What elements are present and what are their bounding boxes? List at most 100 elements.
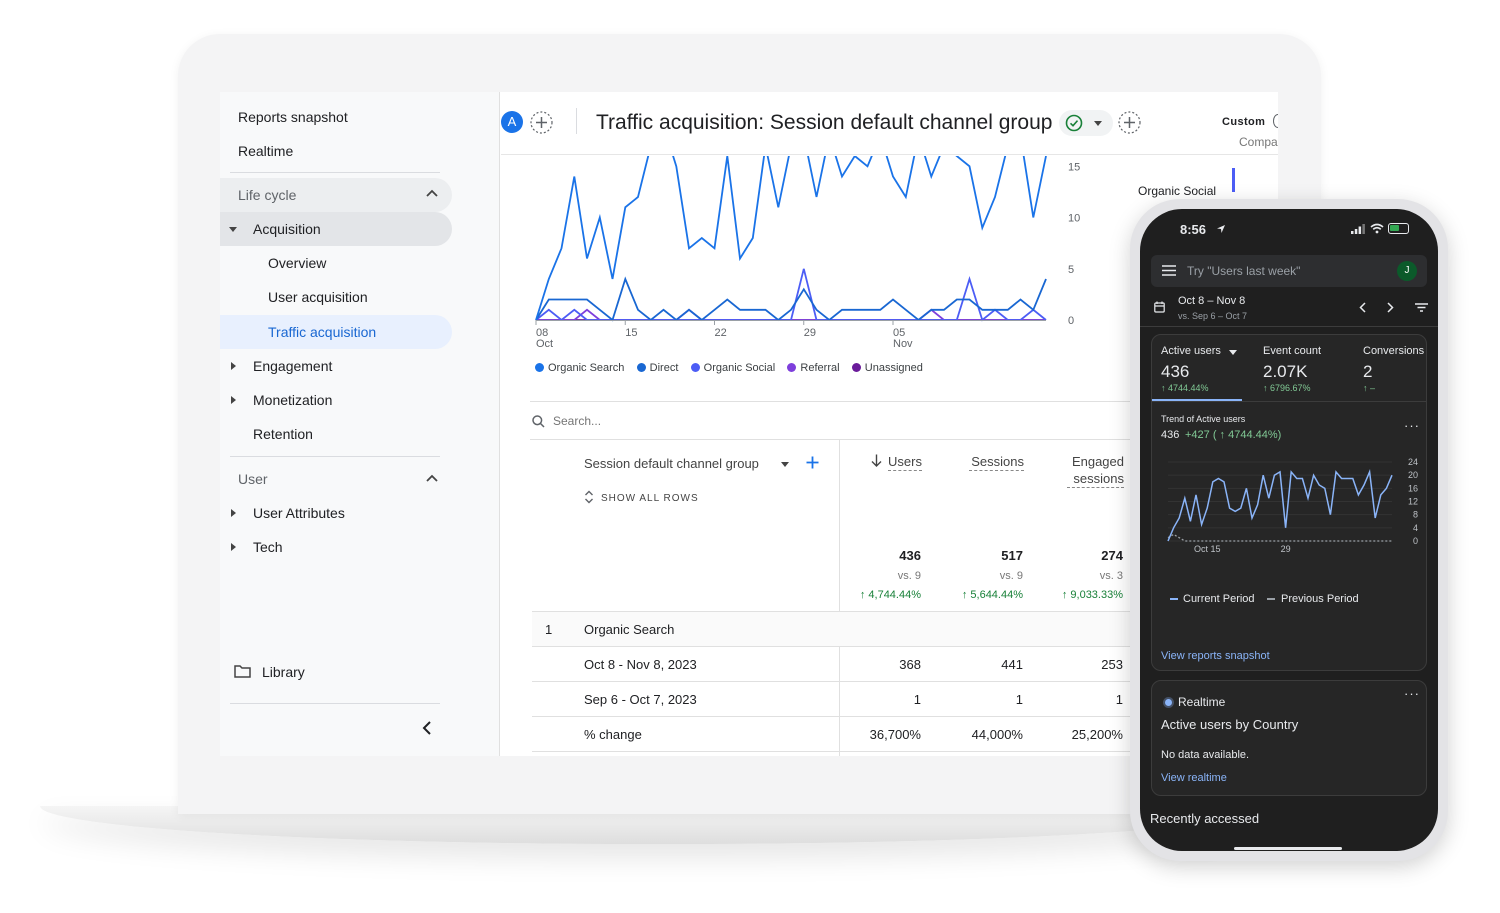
- metric-label-active-users[interactable]: Active users: [1161, 345, 1221, 357]
- legend-label: Direct: [649, 362, 679, 374]
- sidebar-item-realtime[interactable]: Realtime: [238, 143, 293, 159]
- sidebar-item-reports-snapshot[interactable]: Reports snapshot: [238, 109, 348, 125]
- series-line-previous-period[interactable]: [1167, 533, 1392, 542]
- x-tick-label: 29: [1281, 544, 1291, 554]
- legend-dot: [851, 363, 861, 372]
- y-tick-label: 0: [1413, 536, 1418, 546]
- realtime-subtitle: Active users by Country: [1161, 717, 1299, 732]
- legend-item-direct[interactable]: Direct: [636, 362, 679, 374]
- metric-label-conversions[interactable]: Conversions: [1363, 345, 1424, 357]
- user-section-title[interactable]: User: [238, 471, 268, 487]
- series-line-current-period[interactable]: [1167, 469, 1393, 542]
- legend-swatch-previous: [1267, 598, 1275, 600]
- legend-item-organic-search[interactable]: Organic Search: [535, 362, 624, 374]
- chart-legend: Organic Search Direct Organic Social Ref…: [535, 362, 923, 374]
- column-header-sessions[interactable]: Sessions: [969, 453, 1024, 471]
- collapse-sidebar-icon[interactable]: [422, 720, 432, 736]
- sidebar-nav: Reports snapshot Realtime Life cycle Acq…: [220, 92, 500, 756]
- series-line-organic-search[interactable]: [535, 156, 1047, 321]
- chevron-left-icon[interactable]: [1359, 302, 1366, 313]
- legend-item-referral[interactable]: Referral: [787, 362, 840, 374]
- row-channel-name[interactable]: Organic Search: [584, 622, 674, 637]
- table-search-input[interactable]: [553, 411, 853, 431]
- home-indicator: [1234, 847, 1342, 850]
- profile-avatar[interactable]: J: [1397, 261, 1417, 281]
- folder-icon[interactable]: [234, 664, 251, 678]
- add-dimension-icon[interactable]: [806, 456, 819, 469]
- caret-right-icon: [231, 396, 236, 404]
- date-picker-icon[interactable]: [1273, 114, 1278, 128]
- caret-down-icon[interactable]: [781, 462, 789, 467]
- y-tick-label: 0: [1068, 315, 1074, 327]
- phone-device: 8:56 Try "Users last week" J Oct 8 – Nov…: [1130, 199, 1448, 861]
- chevron-up-icon[interactable]: [426, 474, 438, 482]
- view-reports-snapshot-link[interactable]: View reports snapshot: [1161, 650, 1270, 662]
- series-line-direct[interactable]: [535, 276, 1047, 322]
- metric-change-conversions: ↑ –: [1363, 383, 1376, 393]
- legend-item-unassigned[interactable]: Unassigned: [851, 362, 923, 374]
- expand-rows-icon[interactable]: [584, 490, 594, 504]
- status-time: 8:56: [1180, 222, 1207, 237]
- show-all-rows-button[interactable]: SHOW ALL ROWS: [601, 493, 699, 504]
- row-users: 368: [899, 657, 921, 672]
- chevron-right-icon[interactable]: [1387, 302, 1394, 313]
- more-options-icon[interactable]: ···: [1404, 686, 1420, 701]
- x-tick-label: 29: [804, 327, 816, 339]
- trend-delta: +427 ( ↑ 4744.44%): [1185, 429, 1282, 441]
- trend-title: Trend of Active users: [1161, 414, 1246, 424]
- row-index: 1: [545, 622, 553, 637]
- total-engaged-change: ↑ 9,033.33%: [1061, 589, 1123, 601]
- y-tick-label: 16: [1408, 483, 1418, 493]
- comparison-avatar[interactable]: A: [501, 111, 523, 133]
- date-range-custom[interactable]: Custom: [1222, 116, 1265, 128]
- sidebar-item-retention[interactable]: Retention: [253, 426, 313, 442]
- dimension-selector[interactable]: Session default channel group: [584, 456, 759, 471]
- legend-label: Unassigned: [864, 362, 923, 374]
- realtime-no-data: No data available.: [1161, 749, 1250, 761]
- legend-previous-period: Previous Period: [1281, 593, 1359, 605]
- sidebar-item-user-attributes[interactable]: User Attributes: [253, 505, 345, 521]
- add-icon[interactable]: [1118, 111, 1141, 134]
- add-comparison-icon[interactable]: [530, 111, 553, 134]
- app-stage: Reports snapshot Realtime Life cycle Acq…: [0, 0, 1500, 913]
- filter-icon[interactable]: [1415, 303, 1428, 312]
- sort-descending-icon[interactable]: [871, 454, 882, 467]
- row-engaged: 253: [1101, 657, 1123, 672]
- metric-change-event-count: ↑ 6796.67%: [1263, 383, 1311, 393]
- phone-date-range[interactable]: Oct 8 – Nov 8: [1178, 295, 1245, 307]
- menu-icon[interactable]: [1162, 265, 1176, 276]
- legend-dot: [535, 363, 544, 372]
- x-tick-month-label: Nov: [893, 338, 913, 350]
- more-options-icon[interactable]: ···: [1404, 418, 1420, 433]
- legend-item-organic-social[interactable]: Organic Social: [690, 362, 776, 374]
- sidebar-item-monetization[interactable]: Monetization: [253, 392, 332, 408]
- sidebar-divider: [230, 456, 440, 457]
- legend-swatch-current: [1170, 598, 1178, 600]
- active-users-mini-chart: 0 4 8 12 16 20 24 Oct 15 29: [1167, 457, 1418, 554]
- sidebar-item-engagement[interactable]: Engagement: [253, 358, 332, 374]
- y-tick-label: 20: [1408, 470, 1418, 480]
- caret-down-icon[interactable]: [1229, 350, 1237, 355]
- view-realtime-link[interactable]: View realtime: [1161, 772, 1227, 784]
- y-tick-label: 4: [1413, 523, 1418, 533]
- column-header-engaged-sessions[interactable]: Engaged sessions: [1067, 453, 1124, 488]
- chevron-up-icon[interactable]: [426, 189, 438, 197]
- row-sessions: 1: [1015, 692, 1023, 707]
- caret-right-icon: [231, 509, 236, 517]
- sidebar-item-library[interactable]: Library: [262, 664, 305, 680]
- metric-label-event-count[interactable]: Event count: [1263, 345, 1321, 357]
- total-sessions-compare: vs. 9: [999, 570, 1023, 582]
- realtime-dot-icon: [1165, 699, 1172, 706]
- sidebar-item-overview[interactable]: Overview: [268, 255, 326, 271]
- caret-down-icon: [229, 227, 237, 232]
- sidebar-item-user-acquisition[interactable]: User acquisition: [268, 289, 368, 305]
- legend-label: Organic Social: [703, 362, 776, 374]
- calendar-icon[interactable]: [1154, 301, 1165, 313]
- column-header-users[interactable]: Users: [888, 453, 922, 471]
- sidebar-item-tech[interactable]: Tech: [253, 539, 283, 555]
- row-sessions: 44,000%: [971, 727, 1023, 742]
- realtime-title: Realtime: [1178, 695, 1226, 709]
- y-tick-label: 12: [1408, 497, 1418, 507]
- total-engaged-compare: vs. 3: [1099, 570, 1123, 582]
- lifecycle-section-title: Life cycle: [238, 187, 297, 203]
